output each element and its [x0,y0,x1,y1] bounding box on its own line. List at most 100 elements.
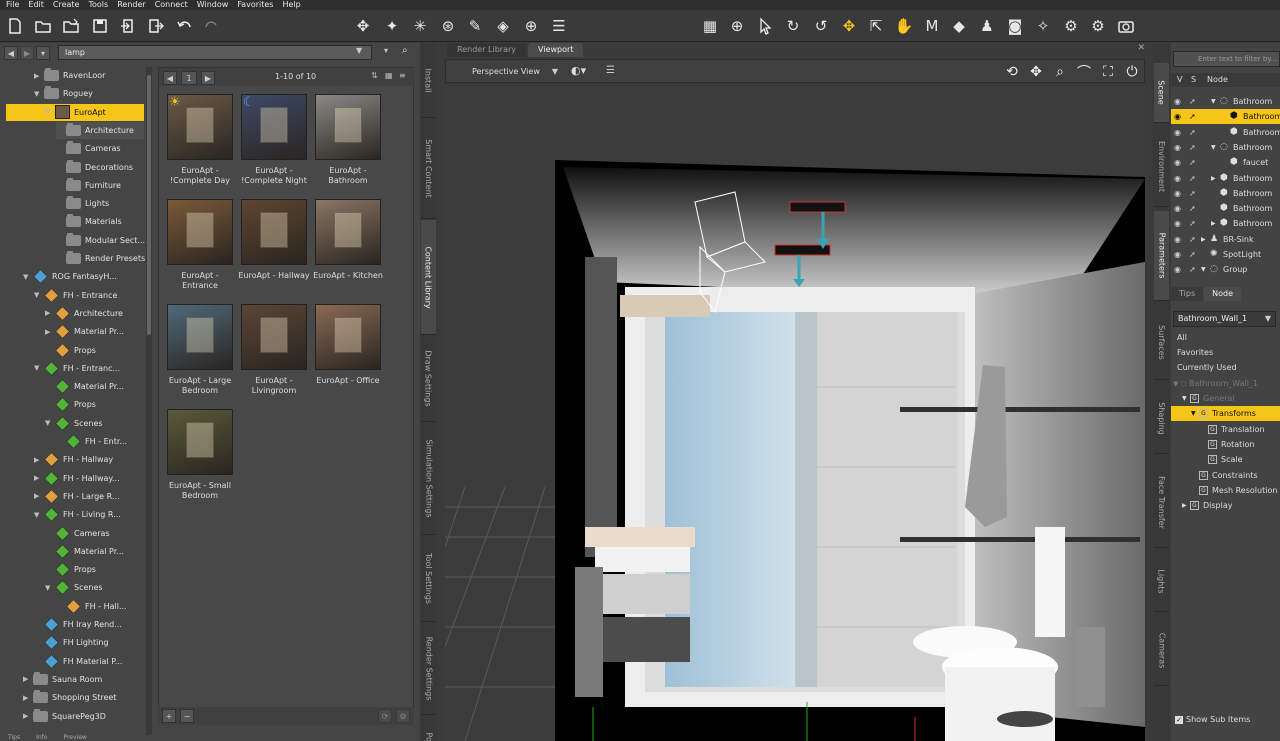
grid-view-icon[interactable]: ▦ [385,71,393,80]
menu-tools[interactable]: Tools [88,0,108,10]
geometry-editor-icon[interactable]: ◈ [492,15,514,37]
prev-page-button[interactable]: ◀ [163,71,177,85]
param-group[interactable]: G Mesh Resolution [1171,483,1280,498]
expand-arrow-icon[interactable]: ▼ [1211,140,1216,155]
select-pointer-icon[interactable]: ➚ [1189,262,1196,277]
tree-node[interactable]: Cameras [45,525,110,542]
menu-render[interactable]: Render [117,0,145,10]
menu-window[interactable]: Window [197,0,229,10]
frame-icon[interactable]: ⛶ [1098,62,1118,82]
tree-node[interactable]: ▼ FH - Entranc... [34,360,120,377]
tree-node[interactable]: ▶ Shopping Street [23,689,116,706]
side-tab[interactable]: Surfaces [1154,305,1169,380]
bank-icon[interactable]: ⌒ [1074,62,1094,82]
tree-node[interactable]: Lights [56,195,109,212]
filter-currently-used[interactable]: Currently Used [1171,360,1280,375]
tab-node[interactable]: Node [1204,287,1241,301]
joint-editor-icon[interactable]: ⊛ [437,15,459,37]
param-group[interactable]: G Constraints [1171,468,1280,483]
save-icon[interactable] [89,15,111,37]
expand-arrow-icon[interactable]: ▼ [1182,391,1187,406]
scene-node[interactable]: ◉ ➚ ✺ SpotLight [1171,247,1280,262]
tree-node[interactable]: Cameras [56,140,121,157]
tree-node[interactable]: ▶ Sauna Room [23,671,102,688]
reset-camera-icon[interactable]: ⏻ [1122,62,1142,82]
expand-arrow-icon[interactable]: ▶ [34,492,43,500]
eye-icon[interactable]: ◉ [1174,140,1181,155]
select-pointer-icon[interactable]: ➚ [1189,94,1196,109]
tree-node[interactable]: ▼ EuroApt [6,103,144,121]
morph-brush-icon[interactable]: M [921,15,943,37]
eye-icon[interactable]: ◉ [1174,125,1181,140]
tree-node[interactable]: ▶ RavenLoor [34,67,105,84]
tab-tips[interactable]: Tips [1171,287,1204,301]
tree-node[interactable]: ▶ Material Pr... [45,323,124,340]
expand-arrow-icon[interactable]: ▼ [45,584,54,592]
expand-arrow-icon[interactable]: ▼ [23,273,32,281]
expand-arrow-icon[interactable]: ▼ [34,291,43,299]
node-selection-icon[interactable]: ✥ [352,15,374,37]
universal-tool-icon[interactable]: ⊕ [726,15,748,37]
side-tab[interactable]: Shaping [1154,384,1169,454]
side-tab[interactable]: Draw Settings [421,336,436,422]
eye-icon[interactable]: ◉ [1174,186,1181,201]
select-pointer-icon[interactable]: ➚ [1189,140,1196,155]
expand-arrow-icon[interactable]: ▶ [23,675,32,683]
scene-node[interactable]: ◉ ➚ ⬢ Bathroom [1171,201,1280,216]
tree-node[interactable]: Props [45,396,96,413]
new-file-icon[interactable] [4,15,26,37]
close-tab-icon[interactable]: ✕ [1137,43,1145,53]
rotate-icon[interactable]: ↻ [782,15,804,37]
side-tab[interactable]: Install [421,43,436,118]
expand-arrow-icon[interactable]: ▼ [1201,262,1206,277]
translate-icon[interactable]: ✥ [838,15,860,37]
settings-icon[interactable]: ⚙ [396,709,410,723]
render-camera-icon[interactable] [1115,15,1137,37]
figure-tool-icon[interactable]: ♟ [976,15,998,37]
tab-tips-bottom[interactable]: Tips [8,734,20,741]
content-tile[interactable]: ☀ EuroApt - !Complete Day [163,94,237,186]
location-button[interactable]: ▾ [36,46,50,60]
side-tab[interactable]: Content Library [421,220,436,335]
region-nav-icon[interactable]: ✎ [464,15,486,37]
filter-all[interactable]: All [1171,330,1280,345]
eye-icon[interactable]: ◉ [1174,232,1181,247]
spot-render-icon[interactable]: ✳ [409,15,431,37]
side-tab[interactable]: Smart Content [421,119,436,219]
scene-node[interactable]: ◉ ➚ ⬢ Bathroom [1171,186,1280,201]
param-group[interactable]: ▼ G Transforms [1171,406,1280,422]
filter-favorites[interactable]: Favorites [1171,345,1280,360]
scene-node[interactable]: ◉ ➚ ▼ ◌ Group [1171,262,1280,277]
expand-arrow-icon[interactable]: ▶ [1182,498,1187,513]
eye-icon[interactable]: ◉ [1174,201,1181,216]
align-icon[interactable]: ☰ [548,15,570,37]
content-tile[interactable]: EuroApt - Bathroom [311,94,385,186]
content-tile[interactable]: EuroApt - Hallway [237,199,311,281]
tree-node[interactable]: ▼ Scenes [45,579,103,596]
tree-node[interactable]: ▼ FH - Entrance [34,287,117,304]
expand-arrow-icon[interactable]: ▶ [34,474,43,482]
expand-arrow-icon[interactable]: ▶ [45,309,54,317]
show-sub-items-checkbox[interactable]: ✓ Show Sub Items [1171,712,1280,727]
node-column[interactable]: Node [1207,73,1228,87]
eye-icon[interactable]: ◉ [1174,155,1181,170]
open-folder-icon[interactable] [32,15,54,37]
tree-node[interactable]: FH - Entr... [56,433,127,450]
side-tab[interactable]: Cameras [1154,616,1169,686]
content-tile[interactable]: EuroApt - Livingroom [237,304,311,396]
tree-node[interactable]: ▶ FH - Hallway... [34,470,120,487]
page-number-input[interactable]: 1 [181,71,197,85]
expand-arrow-icon[interactable]: ▼ [34,511,43,519]
tree-node[interactable]: Furniture [56,177,121,194]
expand-arrow-icon[interactable]: ▶ [1211,171,1216,186]
select-pointer-icon[interactable]: ➚ [1189,171,1196,186]
undo-icon[interactable] [173,15,195,37]
scene-node[interactable]: ◉ ➚ ▶ ♟ BR-Sink [1171,232,1280,247]
tab-preview-bottom[interactable]: Preview [63,734,86,741]
scene-node[interactable]: ◉ ➚ ⬢ Bathroom [1171,109,1280,125]
add-button[interactable]: + [162,709,176,723]
scene-node[interactable]: ◉ ➚ ▼ ◌ Bathroom [1171,94,1280,109]
scale-icon[interactable]: ⇱ [865,15,887,37]
tree-node[interactable]: FH Lighting [34,634,109,651]
visibility-column[interactable]: V [1177,73,1182,87]
